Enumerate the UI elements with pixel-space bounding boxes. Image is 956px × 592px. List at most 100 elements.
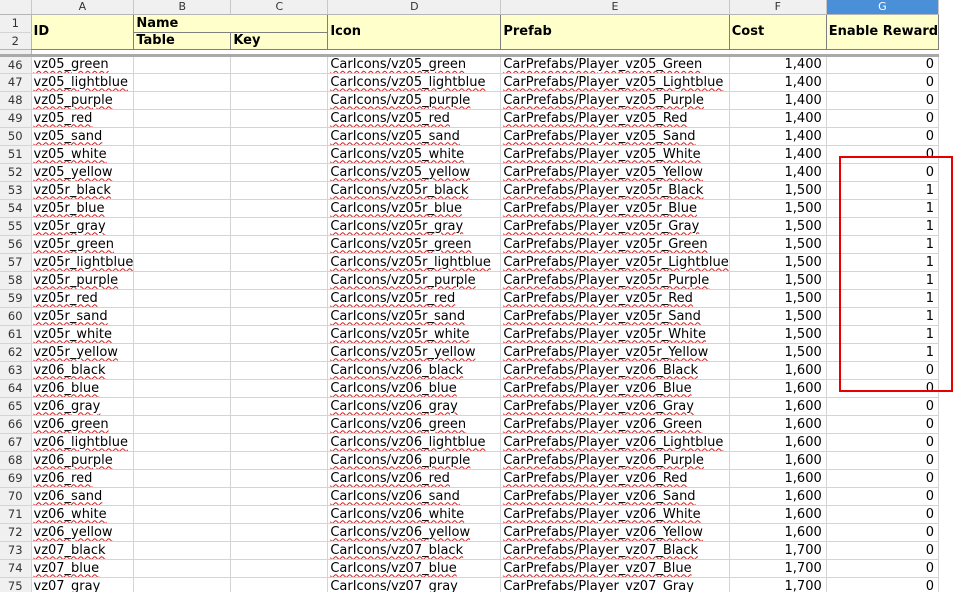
cost-cell[interactable]: 1,500	[729, 343, 827, 362]
prefab-cell[interactable]: CarPrefabs/Player_vz05r_Lightblue	[500, 253, 730, 272]
column-header-d[interactable]: D	[327, 0, 502, 15]
header-cost-cell[interactable]: Cost	[729, 14, 827, 50]
enable-reward-cell[interactable]: 1	[826, 307, 940, 326]
table-cell[interactable]	[133, 379, 232, 398]
row-number[interactable]: 59	[0, 289, 32, 308]
header-icon-cell[interactable]: Icon	[327, 14, 502, 50]
cost-cell[interactable]: 1,600	[729, 433, 827, 452]
enable-reward-cell[interactable]: 0	[826, 91, 940, 110]
prefab-cell[interactable]: CarPrefabs/Player_vz06_Gray	[500, 397, 730, 416]
prefab-cell[interactable]: CarPrefabs/Player_vz06_Black	[500, 361, 730, 380]
id-cell[interactable]: vz05_red	[31, 109, 135, 128]
icon-cell[interactable]: CarIcons/vz06_gray	[327, 397, 502, 416]
key-cell[interactable]	[230, 433, 329, 452]
key-cell[interactable]	[230, 559, 329, 578]
table-cell[interactable]	[133, 307, 232, 326]
enable-reward-cell[interactable]: 1	[826, 271, 940, 290]
prefab-cell[interactable]: CarPrefabs/Player_vz06_Blue	[500, 379, 730, 398]
cost-cell[interactable]: 1,500	[729, 289, 827, 308]
key-cell[interactable]	[230, 163, 329, 182]
key-cell[interactable]	[230, 217, 329, 236]
enable-reward-cell[interactable]: 0	[826, 73, 940, 92]
table-cell[interactable]	[133, 163, 232, 182]
cost-cell[interactable]: 1,600	[729, 451, 827, 470]
cost-cell[interactable]: 1,400	[729, 145, 827, 164]
row-number[interactable]: 49	[0, 109, 32, 128]
icon-cell[interactable]: CarIcons/vz05r_gray	[327, 217, 502, 236]
enable-reward-cell[interactable]: 0	[826, 397, 940, 416]
enable-reward-cell[interactable]: 0	[826, 541, 940, 560]
row-number[interactable]: 75	[0, 577, 32, 592]
enable-reward-cell[interactable]: 0	[826, 559, 940, 578]
column-header-c[interactable]: C	[230, 0, 329, 15]
enable-reward-cell[interactable]: 0	[826, 487, 940, 506]
key-cell[interactable]	[230, 199, 329, 218]
key-cell[interactable]	[230, 91, 329, 110]
table-cell[interactable]	[133, 433, 232, 452]
key-cell[interactable]	[230, 343, 329, 362]
id-cell[interactable]: vz06_green	[31, 415, 135, 434]
key-cell[interactable]	[230, 379, 329, 398]
id-cell[interactable]: vz07_black	[31, 541, 135, 560]
enable-reward-cell[interactable]: 0	[826, 55, 940, 74]
enable-reward-cell[interactable]: 0	[826, 523, 940, 542]
table-cell[interactable]	[133, 271, 232, 290]
prefab-cell[interactable]: CarPrefabs/Player_vz05r_Sand	[500, 307, 730, 326]
id-cell[interactable]: vz05_purple	[31, 91, 135, 110]
key-cell[interactable]	[230, 109, 329, 128]
table-cell[interactable]	[133, 397, 232, 416]
table-cell[interactable]	[133, 91, 232, 110]
table-cell[interactable]	[133, 127, 232, 146]
icon-cell[interactable]: CarIcons/vz05r_sand	[327, 307, 502, 326]
id-cell[interactable]: vz07_gray	[31, 577, 135, 592]
prefab-cell[interactable]: CarPrefabs/Player_vz05r_White	[500, 325, 730, 344]
key-cell[interactable]	[230, 307, 329, 326]
table-cell[interactable]	[133, 343, 232, 362]
icon-cell[interactable]: CarIcons/vz07_black	[327, 541, 502, 560]
prefab-cell[interactable]: CarPrefabs/Player_vz07_Blue	[500, 559, 730, 578]
table-cell[interactable]	[133, 199, 232, 218]
row-number[interactable]: 62	[0, 343, 32, 362]
icon-cell[interactable]: CarIcons/vz07_gray	[327, 577, 502, 592]
row-number[interactable]: 66	[0, 415, 32, 434]
column-header-e[interactable]: E	[500, 0, 730, 15]
cost-cell[interactable]: 1,500	[729, 253, 827, 272]
enable-reward-cell[interactable]: 0	[826, 433, 940, 452]
id-cell[interactable]: vz05r_gray	[31, 217, 135, 236]
header-id-cell[interactable]: ID	[31, 14, 135, 50]
key-cell[interactable]	[230, 127, 329, 146]
key-cell[interactable]	[230, 361, 329, 380]
prefab-cell[interactable]: CarPrefabs/Player_vz05r_Black	[500, 181, 730, 200]
prefab-cell[interactable]: CarPrefabs/Player_vz05_Green	[500, 55, 730, 74]
id-cell[interactable]: vz05_yellow	[31, 163, 135, 182]
column-header-a[interactable]: A	[31, 0, 135, 15]
prefab-cell[interactable]: CarPrefabs/Player_vz07_Black	[500, 541, 730, 560]
table-cell[interactable]	[133, 451, 232, 470]
cost-cell[interactable]: 1,400	[729, 55, 827, 74]
id-cell[interactable]: vz05r_blue	[31, 199, 135, 218]
prefab-cell[interactable]: CarPrefabs/Player_vz05_White	[500, 145, 730, 164]
cost-cell[interactable]: 1,600	[729, 415, 827, 434]
id-cell[interactable]: vz05_sand	[31, 127, 135, 146]
icon-cell[interactable]: CarIcons/vz06_blue	[327, 379, 502, 398]
cost-cell[interactable]: 1,400	[729, 109, 827, 128]
column-header-g-selected[interactable]: G	[826, 0, 940, 15]
table-cell[interactable]	[133, 55, 232, 74]
table-cell[interactable]	[133, 109, 232, 128]
prefab-cell[interactable]: CarPrefabs/Player_vz06_Purple	[500, 451, 730, 470]
key-cell[interactable]	[230, 577, 329, 592]
key-cell[interactable]	[230, 181, 329, 200]
cost-cell[interactable]: 1,700	[729, 577, 827, 592]
icon-cell[interactable]: CarIcons/vz05r_purple	[327, 271, 502, 290]
key-cell[interactable]	[230, 73, 329, 92]
id-cell[interactable]: vz05r_red	[31, 289, 135, 308]
id-cell[interactable]: vz05r_green	[31, 235, 135, 254]
row-number[interactable]: 53	[0, 181, 32, 200]
key-cell[interactable]	[230, 523, 329, 542]
icon-cell[interactable]: CarIcons/vz06_red	[327, 469, 502, 488]
icon-cell[interactable]: CarIcons/vz05_purple	[327, 91, 502, 110]
prefab-cell[interactable]: CarPrefabs/Player_vz05r_Yellow	[500, 343, 730, 362]
enable-reward-cell[interactable]: 0	[826, 379, 940, 398]
key-cell[interactable]	[230, 325, 329, 344]
key-cell[interactable]	[230, 253, 329, 272]
